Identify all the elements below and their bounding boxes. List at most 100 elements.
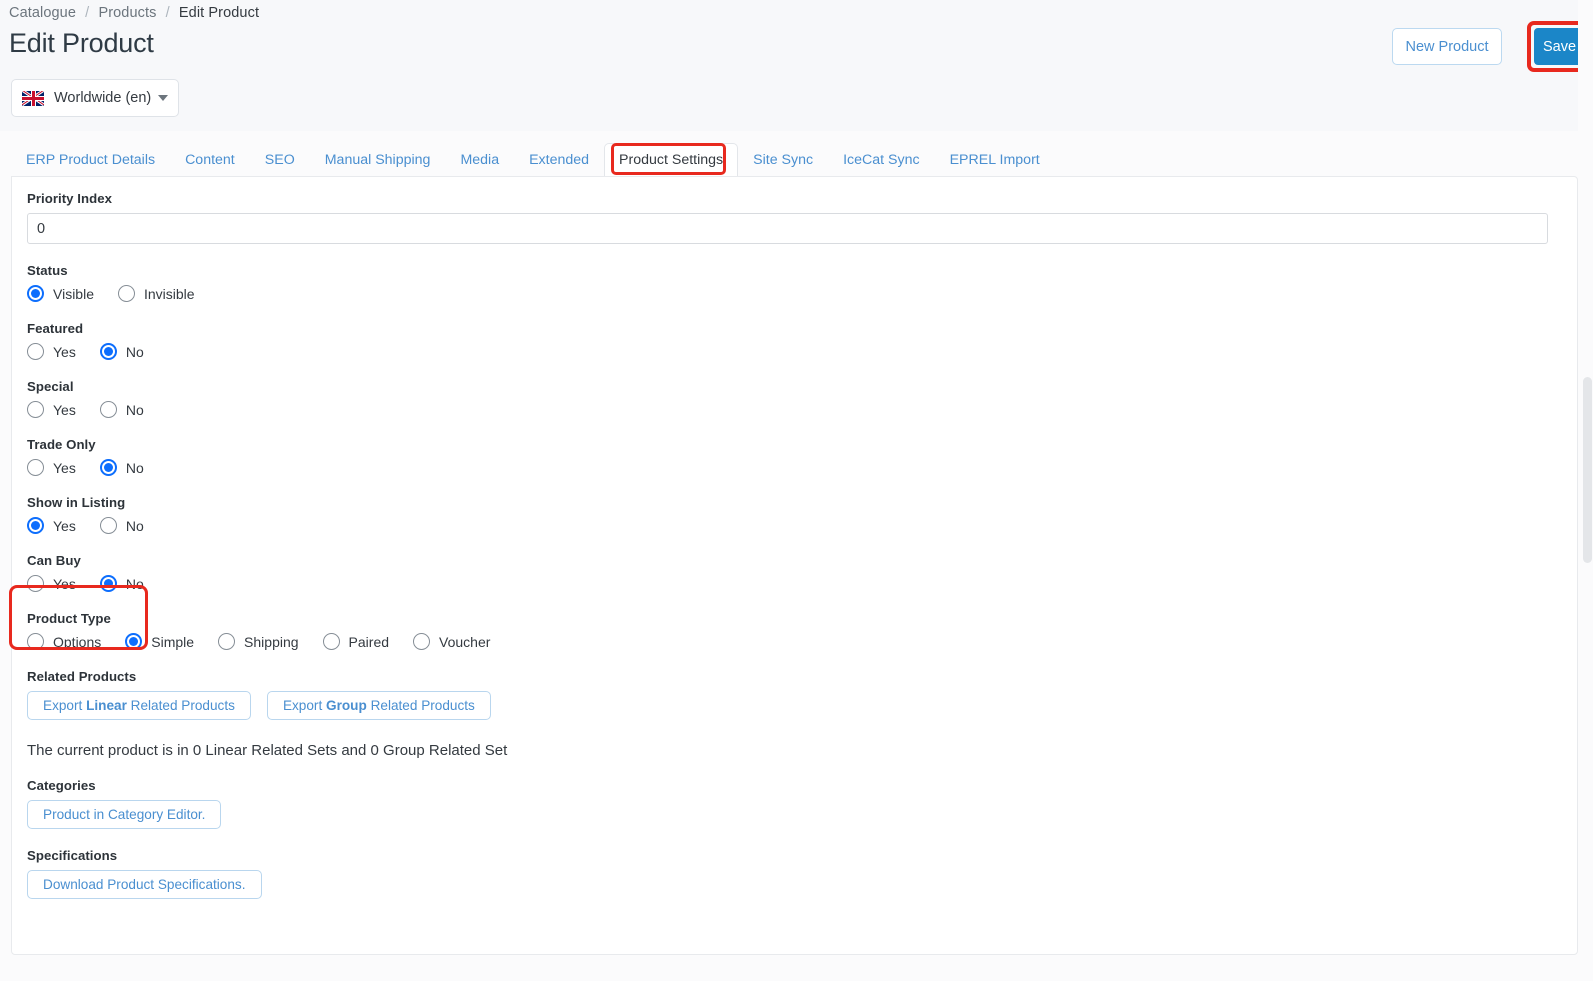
trade-only-label: Trade Only [27, 437, 96, 452]
tab-media[interactable]: Media [445, 143, 514, 178]
radio-icon[interactable] [99, 459, 117, 476]
categories-label: Categories [27, 778, 96, 793]
can-buy-label: Can Buy [27, 553, 81, 568]
tab-content[interactable]: Content [170, 143, 250, 178]
export-group-bold: Group [326, 698, 367, 713]
radio-icon[interactable] [27, 575, 44, 592]
breadcrumb: Catalogue / Products / Edit Product [9, 5, 259, 21]
tab-bar: ERP Product Details Content SEO Manual S… [11, 139, 1055, 178]
radio-icon[interactable] [27, 517, 44, 534]
featured-option-yes-label: Yes [53, 343, 76, 360]
radio-icon[interactable] [27, 343, 44, 360]
product-type-option-options-label: Options [53, 633, 102, 650]
page-root: Catalogue / Products / Edit Product Edit… [0, 0, 1593, 981]
product-type-option-paired-label: Paired [348, 633, 390, 650]
special-option-no-label: No [125, 401, 144, 418]
special-option-no[interactable]: No [99, 401, 144, 418]
trade-only-option-no-label: No [125, 459, 144, 476]
show-in-listing-field: Show in Listing Yes No [27, 495, 1562, 534]
trade-only-option-yes[interactable]: Yes [27, 459, 76, 476]
trade-only-option-no[interactable]: No [99, 459, 144, 476]
radio-icon[interactable] [118, 285, 135, 302]
radio-icon[interactable] [27, 285, 44, 302]
tab-eprel-import[interactable]: EPREL Import [935, 143, 1055, 178]
show-in-listing-option-no[interactable]: No [99, 517, 144, 534]
radio-icon[interactable] [125, 633, 143, 650]
tab-seo[interactable]: SEO [250, 143, 310, 178]
uk-flag-icon [22, 90, 44, 106]
specifications-label: Specifications [27, 848, 118, 863]
special-label: Special [27, 379, 74, 394]
breadcrumb-item-catalogue[interactable]: Catalogue [9, 5, 76, 21]
radio-icon[interactable] [218, 633, 236, 650]
categories-field: Categories Product in Category Editor. [27, 778, 1562, 829]
featured-option-no[interactable]: No [99, 343, 144, 360]
page-header: Catalogue / Products / Edit Product Edit… [0, 0, 1593, 131]
product-type-option-voucher[interactable]: Voucher [413, 633, 490, 650]
special-radio-group: Yes No [27, 401, 1562, 418]
radio-icon[interactable] [322, 633, 340, 650]
can-buy-option-yes[interactable]: Yes [27, 575, 76, 592]
trade-only-option-yes-label: Yes [53, 459, 76, 476]
trade-only-field: Trade Only Yes No [27, 437, 1562, 476]
featured-option-yes[interactable]: Yes [27, 343, 76, 360]
can-buy-option-no-label: No [125, 575, 144, 592]
priority-index-field: Priority Index [27, 191, 1562, 244]
can-buy-option-no[interactable]: No [99, 575, 144, 592]
download-product-specifications-button[interactable]: Download Product Specifications. [27, 870, 262, 899]
product-type-option-simple[interactable]: Simple [125, 633, 194, 650]
tab-extended[interactable]: Extended [514, 143, 604, 178]
product-type-option-shipping[interactable]: Shipping [218, 633, 299, 650]
chevron-down-icon [158, 95, 168, 101]
vertical-scrollbar[interactable] [1578, 0, 1593, 981]
show-in-listing-label: Show in Listing [27, 495, 126, 510]
tab-icecat-sync[interactable]: IceCat Sync [828, 143, 935, 178]
status-option-visible[interactable]: Visible [27, 285, 94, 302]
show-in-listing-option-yes[interactable]: Yes [27, 517, 76, 534]
radio-icon[interactable] [27, 633, 44, 650]
tab-erp-product-details[interactable]: ERP Product Details [11, 143, 170, 178]
breadcrumb-item-products[interactable]: Products [98, 5, 156, 21]
radio-icon[interactable] [99, 517, 117, 534]
export-linear-pre: Export [43, 698, 87, 713]
scrollbar-thumb[interactable] [1583, 377, 1592, 563]
special-option-yes[interactable]: Yes [27, 401, 76, 418]
locale-selector[interactable]: Worldwide (en) [11, 79, 179, 117]
featured-field: Featured Yes No [27, 321, 1562, 360]
status-option-visible-label: Visible [53, 285, 94, 302]
product-type-option-paired[interactable]: Paired [322, 633, 390, 650]
product-type-label: Product Type [27, 611, 111, 626]
can-buy-radio-group: Yes No [27, 575, 1562, 592]
related-products-label: Related Products [27, 669, 137, 684]
status-option-invisible[interactable]: Invisible [118, 285, 195, 302]
radio-icon[interactable] [99, 401, 117, 418]
breadcrumb-item-edit-product: Edit Product [178, 5, 260, 21]
radio-icon[interactable] [99, 575, 117, 592]
status-radio-group: Visible Invisible [27, 285, 1562, 302]
special-option-yes-label: Yes [53, 401, 76, 418]
featured-radio-group: Yes No [27, 343, 1562, 360]
export-group-pre: Export [282, 698, 327, 713]
product-in-category-editor-button[interactable]: Product in Category Editor. [27, 800, 222, 829]
radio-icon[interactable] [27, 401, 44, 418]
tab-site-sync[interactable]: Site Sync [738, 143, 828, 178]
export-linear-bold: Linear [86, 698, 127, 713]
show-in-listing-option-no-label: No [125, 517, 144, 534]
radio-icon[interactable] [99, 343, 117, 360]
export-linear-related-products-button[interactable]: Export Linear Related Products [27, 691, 251, 720]
radio-icon[interactable] [27, 459, 44, 476]
export-group-related-products-button[interactable]: Export Group Related Products [266, 691, 491, 720]
product-type-option-options[interactable]: Options [27, 633, 101, 650]
priority-index-input[interactable] [27, 213, 1548, 244]
new-product-button[interactable]: New Product [1392, 28, 1502, 65]
product-type-option-shipping-label: Shipping [244, 633, 299, 650]
tab-manual-shipping[interactable]: Manual Shipping [310, 143, 446, 178]
special-field: Special Yes No [27, 379, 1562, 418]
export-group-post: Related Products [366, 698, 475, 713]
product-type-radio-group: Options Simple Shipping Paired Voucher [27, 633, 1562, 650]
tab-product-settings[interactable]: Product Settings [604, 143, 739, 178]
radio-icon[interactable] [413, 633, 431, 650]
breadcrumb-separator: / [85, 5, 90, 21]
locale-label: Worldwide (en) [54, 90, 152, 106]
can-buy-option-yes-label: Yes [53, 575, 76, 592]
